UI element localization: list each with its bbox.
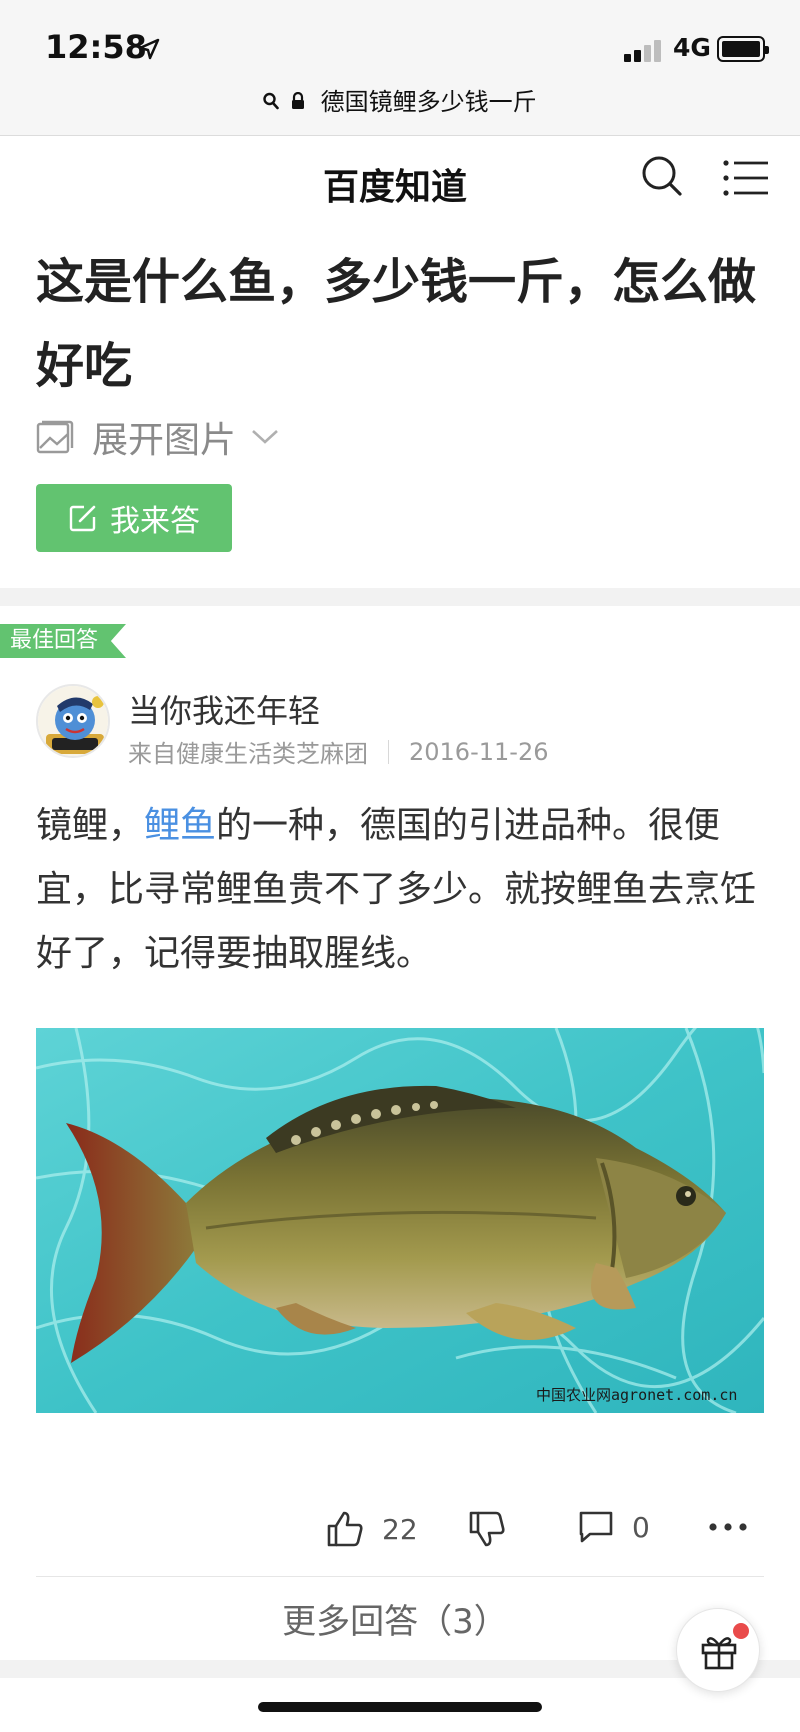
avatar[interactable] — [36, 684, 110, 758]
edit-icon — [69, 505, 96, 532]
more-actions-button[interactable] — [708, 1522, 748, 1532]
image-icon — [36, 420, 74, 454]
lock-icon — [292, 91, 304, 109]
battery-icon — [717, 36, 769, 62]
more-icon — [709, 1523, 747, 1531]
section-divider — [0, 588, 800, 606]
expand-images-toggle[interactable]: 展开图片 — [36, 412, 280, 462]
like-count: 22 — [382, 1512, 418, 1546]
home-indicator[interactable] — [258, 1702, 542, 1712]
fish-photo: 中国农业网agronet.com.cn — [36, 1028, 764, 1413]
answerer-name[interactable]: 当你我还年轻 — [128, 686, 320, 732]
answer-meta: 来自健康生活类芝麻团 2016-11-26 — [128, 734, 548, 769]
actions-divider — [36, 1576, 764, 1577]
best-answer-badge: 最佳回答 — [0, 624, 126, 658]
site-header: 百度知道 — [0, 136, 800, 228]
location-arrow-icon — [138, 38, 160, 60]
status-time: 12:58 — [45, 28, 147, 66]
address-bar[interactable]: 德国镜鲤多少钱一斤 — [0, 82, 800, 117]
comment-icon — [579, 1511, 613, 1543]
question-title: 这是什么鱼，多少钱一斤，怎么做好吃 — [36, 254, 757, 394]
like-button[interactable]: 22 — [326, 1510, 418, 1548]
gift-icon — [701, 1637, 737, 1670]
browser-chrome: 12:58 4G 德国镜鲤多少钱一斤 — [0, 0, 800, 136]
answer-image[interactable]: 中国农业网agronet.com.cn — [36, 1028, 764, 1413]
address-text: 德国镜鲤多少钱一斤 — [320, 88, 537, 116]
meta-divider — [388, 739, 389, 764]
answer-source[interactable]: 来自健康生活类芝麻团 — [128, 734, 368, 769]
comment-count: 0 — [632, 1510, 650, 1544]
menu-icon[interactable] — [722, 158, 770, 198]
thumb-down-icon — [469, 1511, 505, 1547]
answer-date: 2016-11-26 — [409, 737, 549, 766]
carp-link[interactable]: 鲤鱼 — [144, 805, 216, 846]
notification-dot — [733, 1623, 749, 1639]
gift-button[interactable] — [676, 1608, 760, 1692]
signal-icon — [624, 38, 664, 62]
chevron-down-icon — [252, 430, 278, 444]
answer-actions: 22 0 — [0, 1502, 800, 1562]
image-watermark: 中国农业网agronet.com.cn — [536, 1386, 737, 1404]
search-small-icon — [263, 92, 280, 109]
dislike-button[interactable] — [468, 1510, 506, 1548]
network-type: 4G — [673, 33, 711, 62]
more-answers-link[interactable]: 更多回答（3） — [0, 1594, 790, 1643]
expand-images-label: 展开图片 — [92, 420, 237, 461]
answer-text-part1: 镜鲤， — [36, 805, 145, 846]
answer-button-label: 我来答 — [110, 504, 200, 539]
answer-body: 镜鲤，鲤鱼的一种，德国的引进品种。很便宜，比寻常鲤鱼贵不了多少。就按鲤鱼去烹饪好… — [36, 794, 766, 986]
comment-button[interactable]: 0 — [578, 1510, 650, 1544]
search-icon[interactable] — [640, 154, 684, 198]
answer-button[interactable]: 我来答 — [36, 484, 232, 552]
avatar-image — [38, 686, 108, 756]
thumb-up-icon — [327, 1511, 363, 1547]
